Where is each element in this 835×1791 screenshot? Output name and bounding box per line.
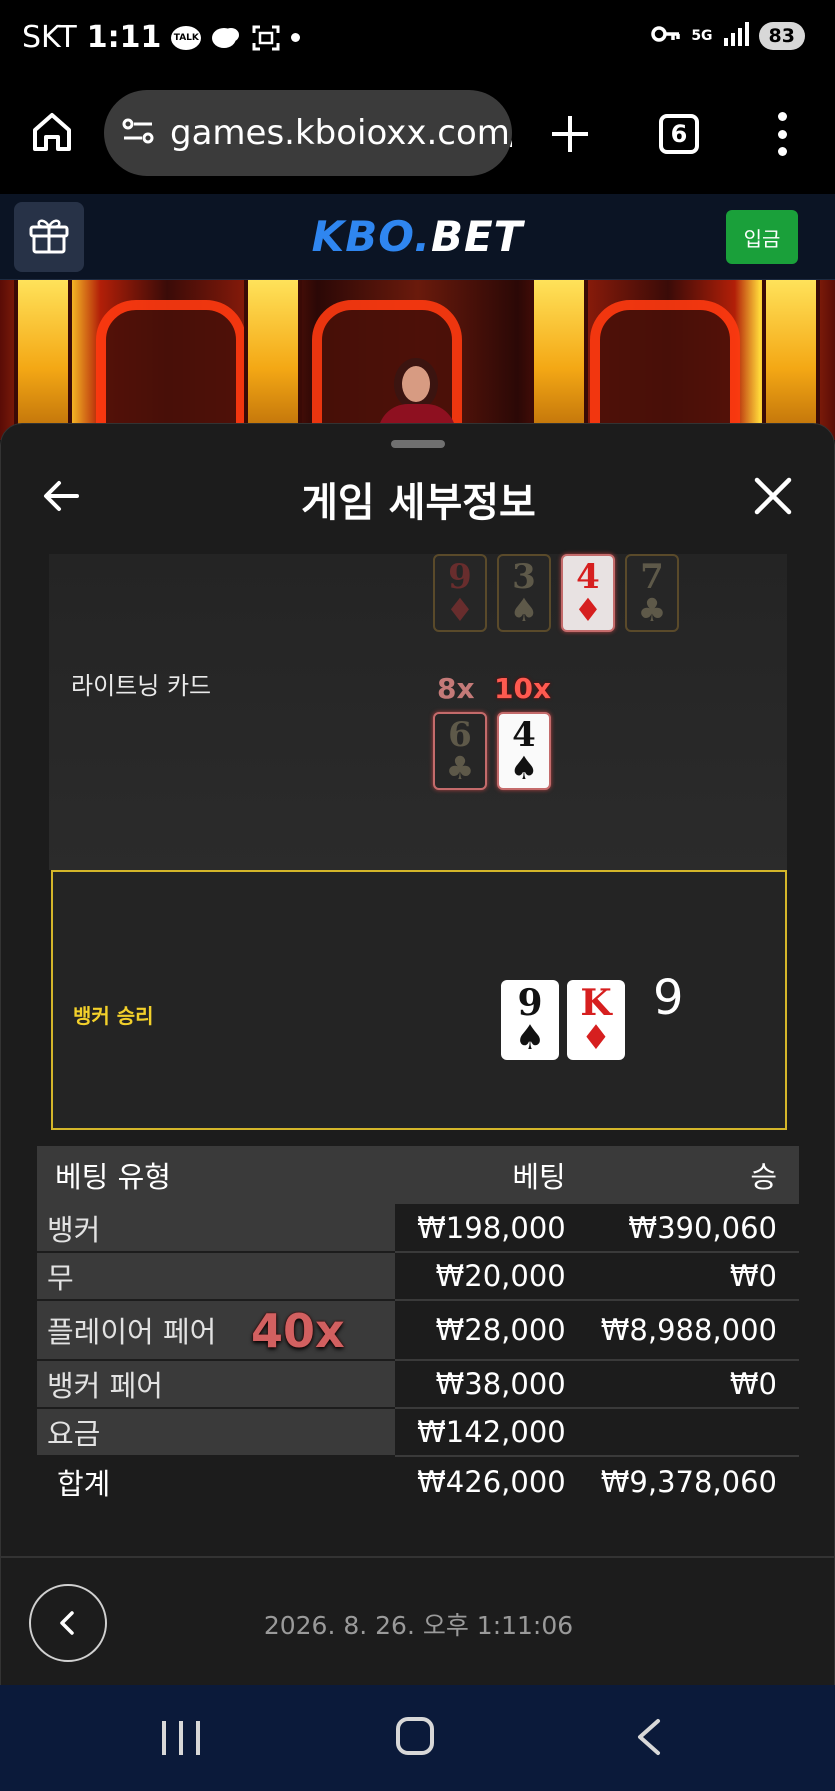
win-amount-cell: ₩0 [575,1360,799,1409]
result-panel: 뱅커 승리 9 ♠ K ♦ 9 [51,870,787,1130]
game-details-sheet: 게임 세부정보 라이트닝 카드 9 ♦ 3 ♠ 4 ♦ 7 ♣ 8x 10x 6… [0,423,835,1686]
bet-amount-cell: ₩28,000 [395,1300,576,1361]
lightning-cards-panel: 라이트닝 카드 9 ♦ 3 ♠ 4 ♦ 7 ♣ 8x 10x 6 ♣ 4 ♠ [49,554,787,870]
table-row: 무 ₩20,000 ₩0 [37,1252,799,1301]
key-icon [651,24,681,48]
status-bar: SKT 1:11 TALK 5G 83 [0,0,835,82]
cloud-chat-icon [211,23,241,53]
lightning-card: 9 ♦ [433,554,487,632]
decor-pillar [762,280,820,440]
logo-bet: BET [430,212,524,261]
bet-type-cell: 무 [37,1252,395,1300]
lightning-card: 7 ♣ [625,554,679,632]
column-header: 베팅 [395,1146,576,1204]
table-row: 플레이어 페어 40x ₩28,000 ₩8,988,000 [37,1300,799,1361]
total-bet: ₩426,000 [395,1456,576,1506]
site-logo[interactable]: KBO.BET [0,212,835,261]
bet-amount-cell: ₩20,000 [395,1252,576,1301]
tab-switcher-button[interactable]: 6 [659,114,699,154]
notification-dot-icon [291,33,301,42]
result-card: K ♦ [567,980,625,1060]
decor-arch [96,300,246,440]
deposit-button[interactable]: 입금 [726,210,798,264]
total-label: 합계 [37,1456,395,1506]
lightning-card: 6 ♣ [433,712,487,790]
lightning-card: 4 ♦ [561,554,615,632]
logo-kbo: KBO. [311,212,431,261]
bet-type-cell: 뱅커 [37,1204,395,1252]
bets-table: 베팅 유형 베팅 승 뱅커 ₩198,000 ₩390,060 무 ₩20,00… [37,1146,799,1506]
screenshot-icon [251,23,281,53]
url-text[interactable]: games.kboioxx.com/ [170,113,512,153]
table-row: 뱅커 ₩198,000 ₩390,060 [37,1204,799,1253]
bet-amount-cell: ₩142,000 [395,1408,576,1457]
column-header: 베팅 유형 [37,1146,395,1204]
back-button[interactable] [632,1717,666,1757]
multiplier-badge: 40x [251,1304,345,1358]
status-left: SKT 1:11 TALK [22,20,301,55]
decor-pillar [14,280,72,440]
bet-type-cell: 플레이어 페어 40x [37,1300,395,1360]
table-header-row: 베팅 유형 베팅 승 [37,1146,799,1204]
modal-footer: 2026. 8. 26. 오후 1:11:06 [1,1556,834,1686]
decor-pillar [530,280,588,440]
kakaotalk-icon: TALK [171,25,202,50]
recents-button[interactable] [162,1721,200,1755]
new-tab-button[interactable] [548,112,592,156]
total-win: ₩9,378,060 [575,1456,799,1506]
decor-pillar [244,280,302,440]
table-row: 뱅커 페어 ₩38,000 ₩0 [37,1360,799,1409]
lightning-card: 4 ♠ [497,712,551,790]
modal-title: 게임 세부정보 [301,480,536,526]
lightning-cards-label: 라이트닝 카드 [71,672,212,700]
battery-indicator: 83 [758,22,805,50]
close-button[interactable] [753,476,793,516]
bet-type-cell: 뱅커 페어 [37,1360,395,1408]
result-label: 뱅커 승리 [73,1004,154,1028]
round-timestamp: 2026. 8. 26. 오후 1:11:06 [263,1611,574,1640]
bet-type-label: 플레이어 페어 [47,1315,217,1349]
chevron-left-icon [638,1719,660,1755]
browser-menu-button[interactable] [770,112,794,156]
close-icon [754,477,792,515]
win-amount-cell [575,1408,799,1457]
site-settings-icon[interactable] [122,116,156,150]
total-row: 합계 ₩426,000 ₩9,378,060 [37,1456,799,1506]
table-row: 요금 ₩142,000 [37,1408,799,1457]
carrier-label: SKT [22,20,77,55]
bet-type-cell: 요금 [37,1408,395,1456]
browser-home-button[interactable] [30,110,76,156]
result-card: 9 ♠ [501,980,559,1060]
status-right: 5G 83 [651,22,805,50]
bet-amount-cell: ₩198,000 [395,1204,576,1253]
multiplier-label: 10x [494,672,552,705]
win-amount-cell: ₩8,988,000 [575,1300,799,1361]
system-nav-bar [0,1685,835,1791]
network-type-icon: 5G [691,28,713,44]
result-score: 9 [653,970,684,1026]
home-button[interactable] [396,1717,434,1755]
site-header: KBO.BET 입금 [0,194,835,280]
sheet-drag-handle[interactable] [391,440,445,448]
column-header: 승 [575,1146,799,1204]
bet-amount-cell: ₩38,000 [395,1360,576,1409]
address-bar[interactable]: games.kboioxx.com/ [104,90,512,176]
browser-toolbar: games.kboioxx.com/ 6 [0,82,835,194]
clock: 1:11 [86,20,162,55]
win-amount-cell: ₩0 [575,1252,799,1301]
lightning-card: 3 ♠ [497,554,551,632]
multiplier-label: 8x [437,672,475,705]
signal-icon [723,22,749,50]
live-game-video [0,280,835,440]
win-amount-cell: ₩390,060 [575,1204,799,1253]
decor-arch [590,300,740,440]
